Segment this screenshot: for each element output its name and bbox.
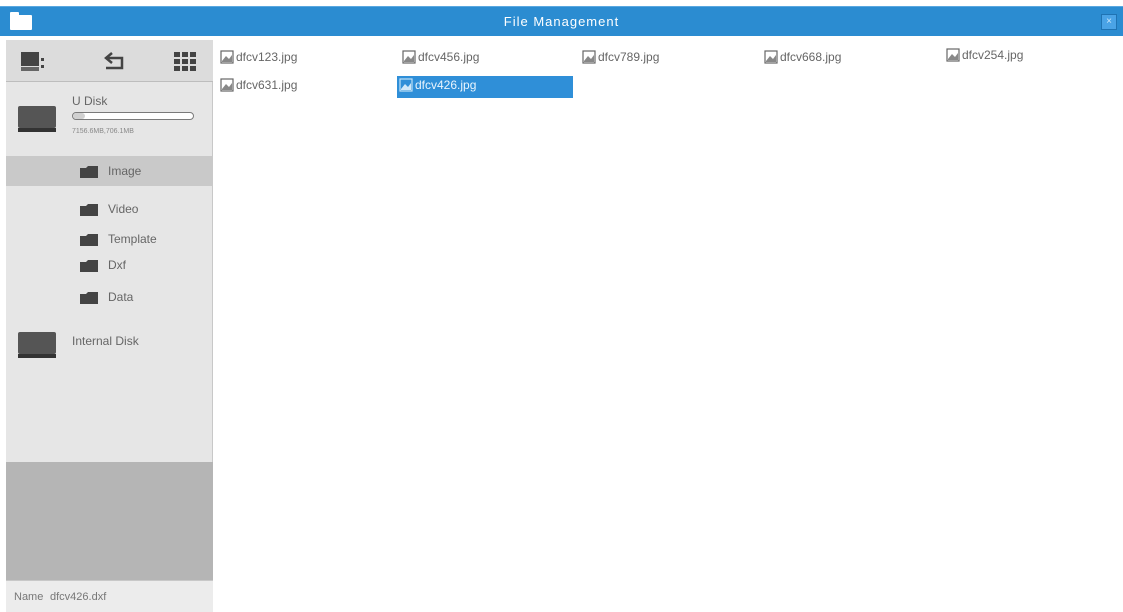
window-title: File Management (503, 14, 620, 29)
image-file-icon (764, 50, 778, 64)
folder-label: Image (108, 164, 142, 178)
folder-label: Dxf (108, 258, 126, 272)
grid-view-icon[interactable] (172, 50, 198, 74)
file-item[interactable]: dfcv123.jpg (218, 48, 328, 68)
storage-usage-fill (73, 113, 85, 119)
folder-video[interactable]: Video (6, 194, 213, 224)
u-disk-item[interactable]: U Disk 7156.6MB,706.1MB (6, 90, 213, 154)
u-disk-label: U Disk (72, 94, 108, 108)
close-button[interactable]: × (1101, 14, 1117, 30)
drive-icon (18, 332, 56, 358)
file-item[interactable]: dfcv456.jpg (400, 48, 510, 68)
file-name: dfcv631.jpg (236, 78, 298, 92)
folder-icon (80, 234, 98, 246)
name-label: Name (14, 591, 44, 603)
internal-disk-item[interactable]: Internal Disk (6, 328, 213, 368)
image-file-icon (402, 50, 416, 64)
image-file-icon (399, 78, 413, 92)
folder-label: Template (108, 232, 157, 246)
name-value: dfcv426.dxf (50, 591, 107, 603)
folder-icon (80, 260, 98, 272)
name-status-row: Name dfcv426.dxf (6, 580, 213, 612)
internal-disk-label: Internal Disk (72, 334, 139, 348)
file-item[interactable]: dfcv631.jpg (218, 76, 328, 96)
image-file-icon (220, 78, 234, 92)
image-file-icon (220, 50, 234, 64)
image-file-icon (582, 50, 596, 64)
drive-icon (18, 106, 56, 132)
file-name: dfcv456.jpg (418, 50, 480, 64)
folder-icon (80, 204, 98, 216)
file-name: dfcv123.jpg (236, 50, 298, 64)
file-name: dfcv426.jpg (415, 78, 477, 92)
folder-label: Video (108, 202, 139, 216)
folder-dxf[interactable]: Dxf (6, 250, 213, 280)
folder-image[interactable]: Image (6, 156, 213, 186)
sidebar: U Disk 7156.6MB,706.1MB Image Video Temp… (6, 40, 213, 612)
folder-data[interactable]: Data (6, 282, 213, 312)
file-item[interactable]: dfcv789.jpg (580, 48, 690, 68)
file-item-selected[interactable]: dfcv426.jpg (397, 76, 573, 98)
toolbar (6, 40, 213, 82)
file-item[interactable]: dfcv254.jpg (944, 46, 1054, 66)
file-name: dfcv254.jpg (962, 48, 1024, 62)
sidebar-panel (6, 462, 213, 580)
storage-usage-bar (72, 112, 194, 120)
back-arrow-icon[interactable] (102, 50, 128, 74)
file-name: dfcv789.jpg (598, 50, 660, 64)
title-bar: File Management × (0, 6, 1123, 36)
image-file-icon (946, 48, 960, 62)
folder-label: Data (108, 290, 134, 304)
u-disk-capacity: 7156.6MB,706.1MB (72, 128, 134, 135)
device-icon[interactable] (20, 50, 46, 74)
file-item[interactable]: dfcv668.jpg (762, 48, 872, 68)
folder-icon (80, 166, 98, 178)
folder-icon (80, 292, 98, 304)
file-name: dfcv668.jpg (780, 50, 842, 64)
